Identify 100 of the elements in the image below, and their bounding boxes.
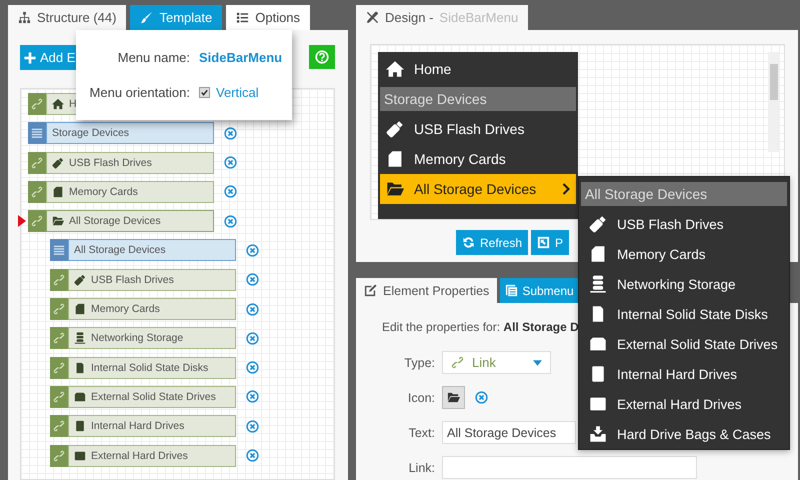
header-handle[interactable] — [50, 239, 68, 262]
menu-item[interactable]: External Hard Drives — [581, 389, 787, 419]
close-icon[interactable] — [246, 361, 259, 374]
scrollbar[interactable] — [768, 52, 780, 152]
link-handle[interactable] — [50, 386, 68, 408]
server-icon — [74, 332, 86, 344]
tree-item[interactable]: All Storage Devices — [68, 239, 236, 262]
close-icon[interactable] — [224, 126, 237, 140]
menu-item[interactable]: Memory Cards — [581, 239, 787, 269]
usb-drive-icon — [589, 215, 607, 233]
drive-icon — [74, 450, 86, 462]
field-label: Text: — [408, 426, 435, 440]
header-handle[interactable] — [28, 122, 46, 144]
tree-item[interactable]: Internal Solid State Disks — [68, 356, 236, 379]
orientation-link[interactable]: Vertical — [216, 85, 259, 100]
link-handle[interactable] — [50, 444, 68, 467]
memory-card-icon — [74, 303, 86, 316]
tree-item[interactable]: Storage Devices — [46, 122, 214, 144]
menu-item[interactable]: Internal Solid State Disks — [581, 299, 787, 329]
link-handle[interactable] — [50, 298, 68, 320]
tree-item[interactable]: External Solid State Drives — [68, 386, 236, 408]
link-icon — [53, 420, 65, 432]
usb-drive-icon — [52, 156, 64, 169]
type-dropdown[interactable]: Link — [442, 351, 551, 374]
menu-item[interactable]: USB Flash Drives — [581, 209, 787, 239]
server-icon — [589, 275, 607, 293]
link-handle[interactable] — [50, 415, 68, 438]
memory-card-icon — [52, 186, 64, 198]
tree-item[interactable]: Networking Storage — [68, 327, 236, 350]
field-label: Link: — [408, 460, 435, 474]
folder-icon — [52, 215, 64, 228]
menu-name-link[interactable]: SideBarMenu — [199, 50, 292, 65]
close-icon[interactable] — [246, 449, 259, 462]
link-handle[interactable] — [50, 327, 68, 350]
home-icon — [52, 98, 64, 110]
preview-button[interactable]: P — [531, 230, 570, 255]
field-label: Menu orientation: — [88, 85, 190, 100]
document-icon — [505, 284, 518, 297]
icon-picker[interactable] — [442, 386, 465, 409]
link-icon — [31, 98, 43, 110]
menu-item[interactable]: Memory Cards — [380, 144, 576, 174]
home-icon — [386, 60, 404, 78]
link-icon — [31, 215, 43, 228]
tree-item[interactable]: Memory Cards — [68, 298, 236, 320]
close-icon[interactable] — [246, 273, 259, 286]
link-icon — [53, 450, 65, 462]
edit-icon — [364, 284, 377, 297]
tree-item[interactable]: USB Flash Drives — [46, 152, 214, 174]
refresh-icon — [462, 236, 475, 249]
link-icon — [451, 356, 464, 369]
text-field[interactable] — [442, 456, 697, 479]
properties-intro: Edit the properties for: All Storage D — [382, 320, 580, 334]
close-icon[interactable] — [246, 302, 259, 316]
checkbox[interactable] — [199, 87, 210, 98]
sitemap-icon — [18, 11, 31, 24]
tab[interactable]: Submenu — [500, 278, 579, 303]
menu-item[interactable]: USB Flash Drives — [380, 114, 576, 144]
link-icon — [53, 274, 65, 286]
menu-item[interactable]: Home — [380, 54, 576, 84]
tray-icon — [589, 425, 607, 443]
tree-item[interactable]: Internal Hard Drives — [68, 415, 236, 438]
drive-icon — [589, 395, 607, 413]
close-icon[interactable] — [224, 156, 237, 170]
menu-item[interactable]: Networking Storage — [581, 269, 787, 299]
link-handle[interactable] — [28, 93, 46, 115]
tree-item[interactable]: External Hard Drives — [68, 444, 236, 467]
tab[interactable]: Options — [226, 5, 310, 30]
design-tab[interactable]: Design - SideBarMenu — [356, 5, 528, 30]
menu-item[interactable]: Internal Hard Drives — [581, 359, 787, 389]
link-handle[interactable] — [28, 210, 46, 232]
close-icon[interactable] — [246, 390, 259, 404]
refresh-button[interactable]: Refresh — [456, 230, 528, 255]
drive-icon — [589, 335, 607, 353]
tree-item[interactable]: All Storage Devices — [46, 210, 214, 232]
link-icon — [53, 362, 65, 374]
link-handle[interactable] — [50, 268, 68, 291]
menu-item[interactable]: External Solid State Drives — [581, 329, 787, 359]
link-handle[interactable] — [28, 180, 46, 203]
close-icon[interactable] — [224, 214, 237, 228]
list-icon — [53, 244, 65, 256]
help-button[interactable] — [309, 45, 335, 69]
close-icon[interactable] — [475, 391, 488, 404]
tab[interactable]: Template — [130, 5, 222, 30]
close-icon[interactable] — [224, 185, 237, 198]
tree-item[interactable]: USB Flash Drives — [68, 268, 236, 291]
tab[interactable]: Structure (44) — [8, 5, 126, 30]
close-icon[interactable] — [246, 332, 259, 345]
link-handle[interactable] — [28, 152, 46, 174]
tree-item[interactable]: Memory Cards — [46, 180, 214, 203]
text-field[interactable]: All Storage Devices — [442, 421, 576, 444]
folder-icon — [386, 180, 404, 198]
field-label: Menu name: — [116, 50, 190, 65]
menu-item[interactable]: All Storage Devices — [380, 174, 576, 204]
menu-item[interactable]: Storage Devices — [380, 87, 576, 111]
tab[interactable]: Element Properties — [356, 278, 498, 303]
menu-item[interactable]: Hard Drive Bags & Cases — [581, 419, 787, 449]
add-element-button[interactable]: Add E — [20, 45, 76, 70]
close-icon[interactable] — [246, 420, 259, 433]
close-icon[interactable] — [246, 244, 259, 257]
link-handle[interactable] — [50, 356, 68, 379]
